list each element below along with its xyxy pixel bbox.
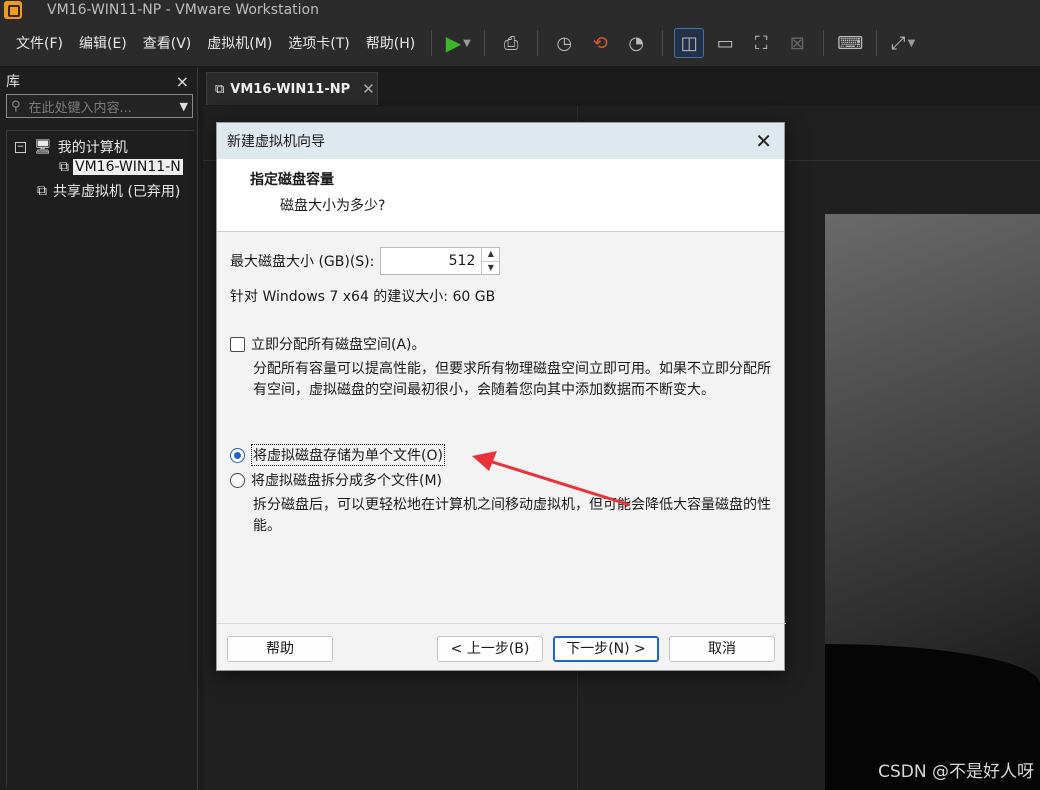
annotation-arrow bbox=[472, 451, 631, 507]
arrow-shaft bbox=[485, 458, 631, 507]
